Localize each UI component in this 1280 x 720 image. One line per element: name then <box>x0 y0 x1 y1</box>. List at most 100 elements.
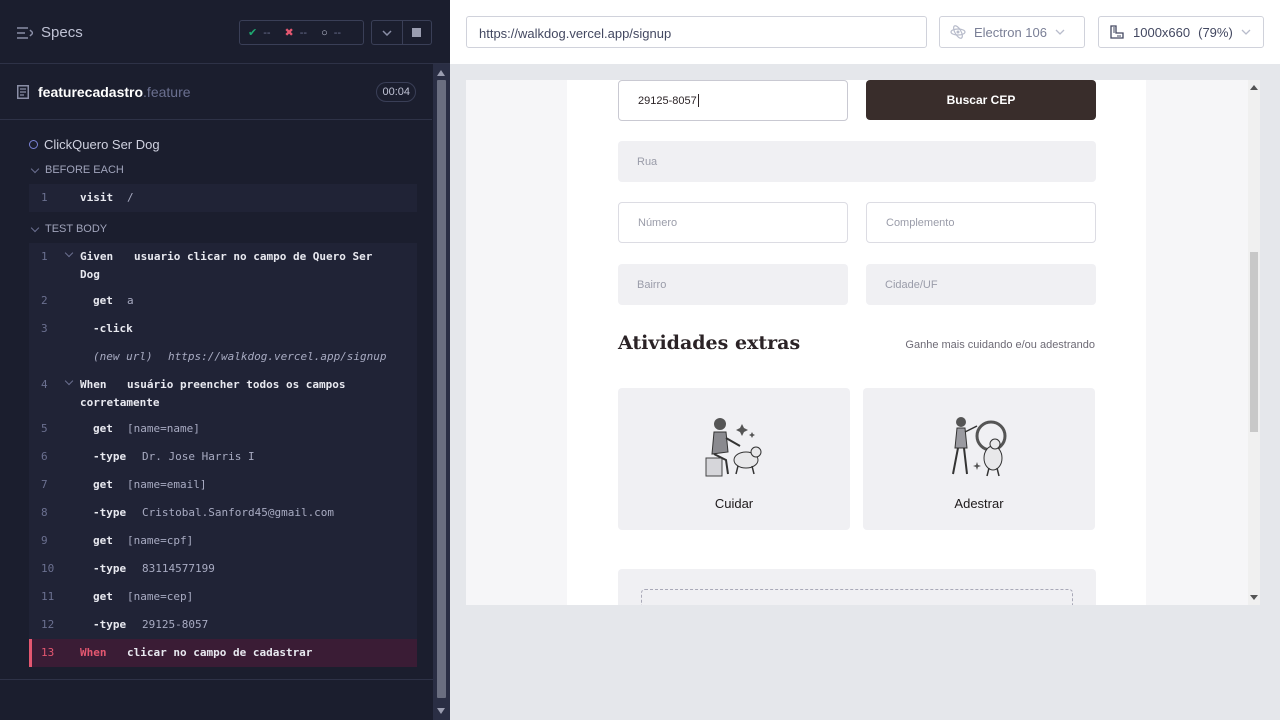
extras-hint: Ganhe mais cuidando e/ou adestrando <box>905 339 1095 351</box>
stop-icon <box>412 28 421 37</box>
cypress-command-log: Specs ✔ -- ✖ -- ○ -- featurecadastro .featur… <box>0 0 450 720</box>
line-number: 1 <box>41 191 48 204</box>
specs-label: Specs <box>41 24 83 41</box>
rua-input[interactable]: Rua <box>618 141 1096 182</box>
command-row[interactable]: 8 -type Cristobal.Sanford45@gmail.com <box>29 499 417 527</box>
line-number: 11 <box>41 590 55 603</box>
preview-scrollbar[interactable] <box>1248 80 1260 605</box>
spec-file-name: featurecadastro <box>38 83 144 100</box>
command-arg: clicar no campo de cadastrar <box>127 646 313 659</box>
command-name: visit <box>80 191 114 204</box>
running-icon <box>29 140 38 149</box>
command-row[interactable]: 5 get [name=name] <box>29 415 417 443</box>
line-number: 12 <box>41 618 55 631</box>
option-adestrar[interactable]: Adestrar <box>863 388 1095 530</box>
ruler-icon <box>1110 25 1124 39</box>
scroll-up-icon[interactable] <box>437 70 445 76</box>
command-row[interactable]: 7 get [name=email] <box>29 471 417 499</box>
upload-area <box>618 569 1096 605</box>
signup-form: 29125-8057 Buscar CEP Rua Número Complem… <box>567 80 1146 605</box>
option-adestrar-label: Adestrar <box>954 496 1004 511</box>
option-cuidar[interactable]: Cuidar <box>618 388 850 530</box>
duration-badge: 00:04 <box>376 82 416 102</box>
command-log-scrollbar[interactable] <box>433 64 450 720</box>
browser-selector[interactable]: Electron 106 <box>939 16 1085 48</box>
cep-value: 29125-8057 <box>638 94 697 107</box>
rua-placeholder: Rua <box>637 155 658 168</box>
specs-toggle[interactable]: Specs <box>17 24 83 41</box>
stop-button[interactable] <box>402 20 432 45</box>
line-number: 13 <box>41 646 55 659</box>
scroll-down-icon[interactable] <box>1250 595 1258 600</box>
scroll-down-icon[interactable] <box>437 708 445 714</box>
new-url-row[interactable]: (new url) https://walkdog.vercel.app/sign… <box>29 343 417 371</box>
url-bar[interactable]: https://walkdog.vercel.app/signup <box>466 16 927 48</box>
text-caret <box>697 94 699 107</box>
cidade-placeholder: Cidade/UF <box>885 278 938 291</box>
viewport-size[interactable]: 1000x660 (79%) <box>1098 16 1264 48</box>
dropzone[interactable] <box>641 589 1073 605</box>
chevron-down-icon <box>30 223 40 232</box>
before-each-header[interactable]: BEFORE EACH <box>30 164 124 176</box>
scrollbar-thumb[interactable] <box>437 80 446 698</box>
line-number: 3 <box>41 322 48 335</box>
command-arg: [name=cep] <box>127 590 194 603</box>
bairro-input[interactable]: Bairro <box>618 264 848 305</box>
command-row[interactable]: 11 get [name=cep] <box>29 583 417 611</box>
cross-icon: ✖ <box>284 27 294 39</box>
command-row[interactable]: 10 -type 83114577199 <box>29 555 417 583</box>
cidade-input[interactable]: Cidade/UF <box>866 264 1096 305</box>
command-arg: [name=email] <box>127 478 207 491</box>
command-row[interactable]: 1 Given usuario clicar no campo de Quero… <box>29 243 417 287</box>
passed-count: -- <box>263 26 271 39</box>
divider <box>0 679 433 680</box>
command-row[interactable]: 9 get [name=cpf] <box>29 527 417 555</box>
command-row[interactable]: 12 -type 29125-8057 <box>29 611 417 639</box>
command-arg: / <box>127 191 134 204</box>
command-row[interactable]: 3 -click <box>29 315 417 343</box>
test-title-label: ClickQuero Ser Dog <box>44 137 160 152</box>
line-number: 5 <box>41 422 48 435</box>
electron-icon <box>950 25 966 39</box>
buscar-cep-button[interactable]: Buscar CEP <box>866 80 1096 120</box>
bairro-placeholder: Bairro <box>637 278 667 291</box>
browser-name: Electron 106 <box>974 24 1047 40</box>
viewport-dimensions: 1000x660 <box>1133 24 1191 40</box>
line-number: 1 <box>41 250 48 263</box>
active-command-row[interactable]: 13 When clicar no campo de cadastrar <box>29 639 417 667</box>
numero-input[interactable]: Número <box>618 202 848 243</box>
complemento-placeholder: Complemento <box>886 216 955 229</box>
command-name: get <box>93 590 113 603</box>
test-title[interactable]: ClickQuero Ser Dog <box>29 137 160 152</box>
chevron-down-icon <box>64 376 74 386</box>
command-row[interactable]: 2 get a <box>29 287 417 315</box>
complemento-input[interactable]: Complemento <box>866 202 1096 243</box>
command-row[interactable]: 4 When usuário preencher todos os campos… <box>29 371 417 415</box>
test-body-header[interactable]: TEST BODY <box>30 223 108 235</box>
test-stats: ✔ -- ✖ -- ○ -- <box>239 20 364 45</box>
scrollbar-thumb[interactable] <box>1250 252 1258 432</box>
line-number: 9 <box>41 534 48 547</box>
command-name: -type <box>93 450 127 463</box>
command-arg-cont: Dog <box>80 268 100 281</box>
command-arg: Dr. Jose Harris I <box>142 450 255 463</box>
options-dropdown-button[interactable] <box>371 20 403 45</box>
command-name: (new url) <box>93 350 153 363</box>
scroll-up-icon[interactable] <box>1250 85 1258 90</box>
command-name: get <box>93 422 113 435</box>
dog-training-illustration <box>952 417 1007 477</box>
failed-count: -- <box>299 26 308 39</box>
command-arg: Cristobal.Sanford45@gmail.com <box>142 506 335 519</box>
menu-icon <box>17 26 33 39</box>
cep-input[interactable]: 29125-8057 <box>618 80 848 121</box>
test-body-label: TEST BODY <box>45 223 108 235</box>
command-arg: a <box>127 294 134 307</box>
command-arg-cont: corretamente <box>80 396 160 409</box>
pending-icon: ○ <box>321 26 328 39</box>
line-number: 2 <box>41 294 48 307</box>
command-row[interactable]: 1 visit / <box>29 184 417 212</box>
numero-placeholder: Número <box>638 216 678 229</box>
app-preview-pane: https://walkdog.vercel.app/signup Electr… <box>450 0 1280 720</box>
command-row[interactable]: 6 -type Dr. Jose Harris I <box>29 443 417 471</box>
command-arg: 29125-8057 <box>142 618 209 631</box>
